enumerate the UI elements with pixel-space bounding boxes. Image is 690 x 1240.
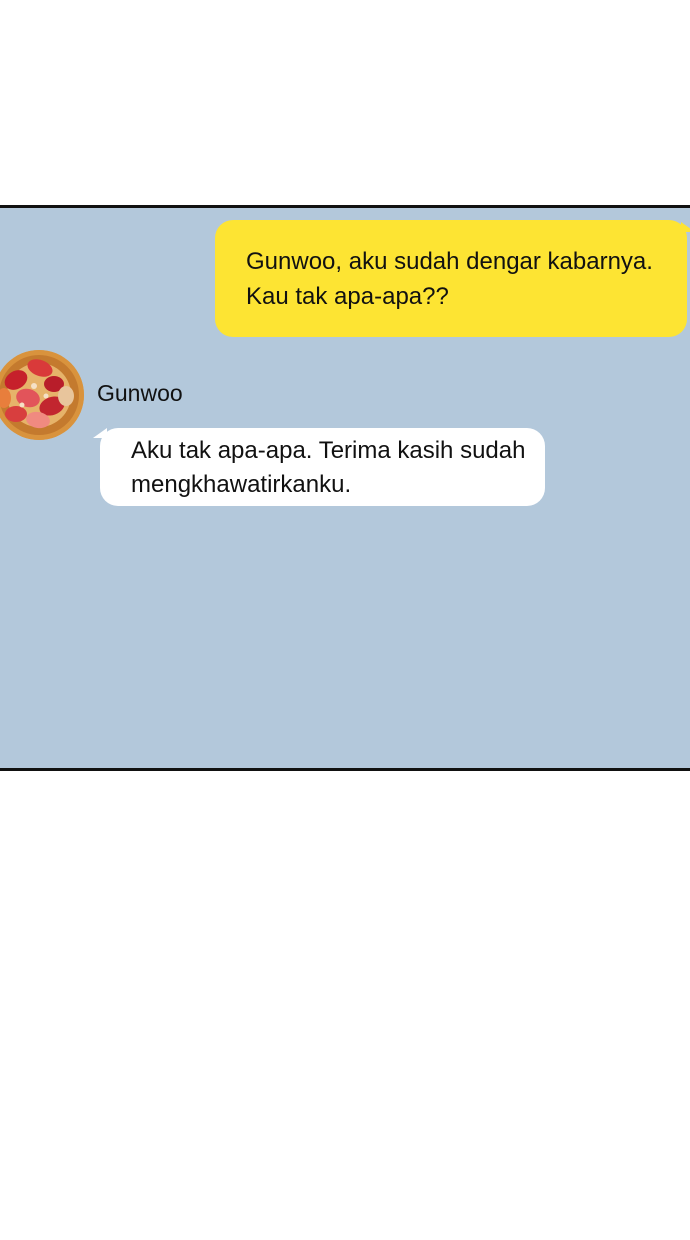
sender-name: Gunwoo: [97, 380, 183, 406]
incoming-message-bubble: Aku tak apa-apa. Terima kasih sudah meng…: [93, 428, 545, 506]
message-line: Aku tak apa-apa. Terima kasih sudah: [131, 437, 526, 464]
bubble-tail: [93, 428, 107, 438]
outgoing-message-bubble: Gunwoo, aku sudah dengar kabarnya. Kau t…: [215, 220, 690, 337]
bubble-tail: [681, 222, 690, 232]
page: Gunwoo, aku sudah dengar kabarnya. Kau t…: [0, 0, 690, 1240]
strawberry-cake-avatar-icon[interactable]: [0, 350, 84, 440]
message-line: mengkhawatirkanku.: [131, 471, 352, 498]
message-line: Gunwoo, aku sudah dengar kabarnya.: [246, 248, 653, 275]
message-line: Kau tak apa-apa??: [246, 283, 449, 310]
chat-panel: Gunwoo, aku sudah dengar kabarnya. Kau t…: [0, 205, 690, 771]
